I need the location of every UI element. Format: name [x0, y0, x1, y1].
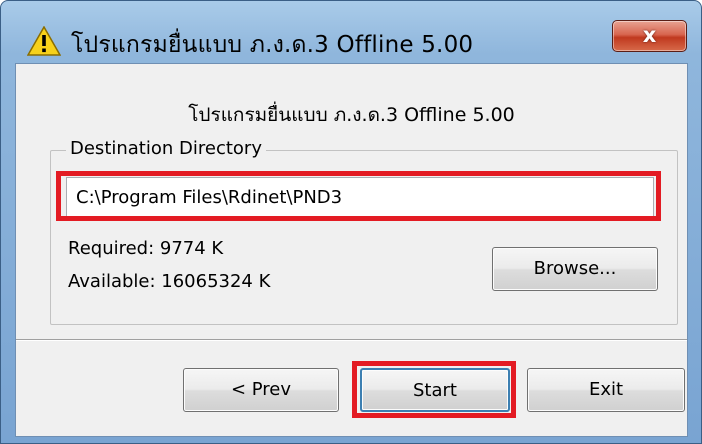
destination-group-label: Destination Directory [66, 138, 266, 159]
installer-window: โปรแกรมยื่นแบบ ภ.ง.ด.3 Offline 5.00 x โป… [0, 0, 702, 444]
available-space-label: Available: 16065324 K [68, 271, 271, 292]
destination-path-input[interactable]: C:\Program Files\Rdinet\PND3 [66, 177, 654, 217]
browse-button[interactable]: Browse... [492, 247, 658, 291]
separator-line [16, 339, 687, 341]
window-title: โปรแกรมยื่นแบบ ภ.ง.ด.3 Offline 5.00 [71, 32, 474, 58]
title-bar[interactable]: โปรแกรมยื่นแบบ ภ.ง.ด.3 Offline 5.00 x [1, 1, 701, 61]
warning-icon [27, 26, 61, 56]
start-button[interactable]: Start [360, 368, 510, 412]
prev-button[interactable]: < Prev [183, 368, 339, 412]
dialog-body: โปรแกรมยื่นแบบ ภ.ง.ด.3 Offline 5.00 Dest… [15, 63, 688, 437]
exit-button[interactable]: Exit [527, 368, 685, 412]
close-icon: x [642, 23, 657, 47]
dialog-heading: โปรแกรมยื่นแบบ ภ.ง.ด.3 Offline 5.00 [188, 104, 515, 126]
required-space-label: Required: 9774 K [68, 238, 224, 259]
close-button[interactable]: x [612, 20, 687, 52]
